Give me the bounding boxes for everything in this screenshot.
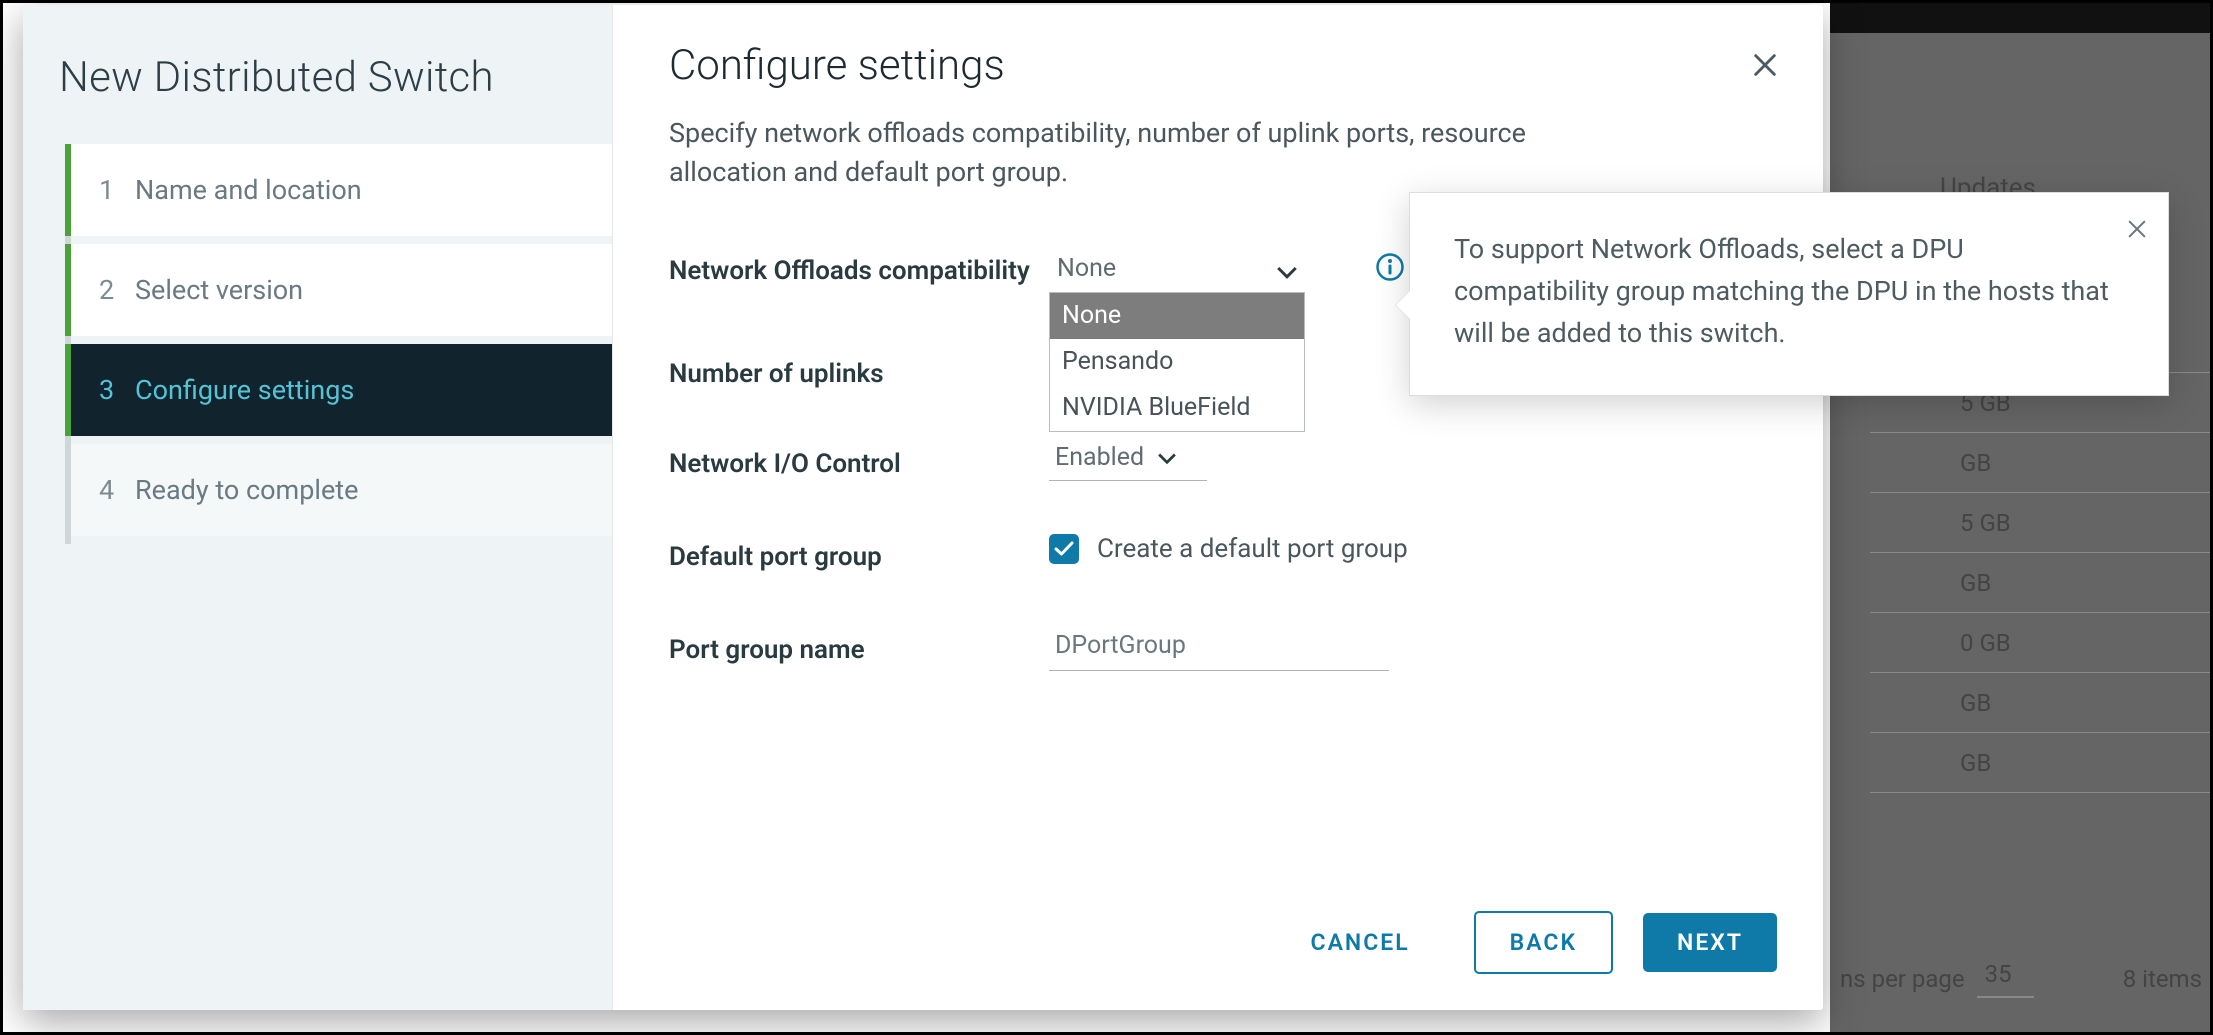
row-default-port-group: Default port group Create a default port…: [669, 534, 1767, 575]
step-label: Name and location: [135, 174, 362, 206]
offloads-option-nvidia-bluefield[interactable]: NVIDIA BlueField: [1050, 385, 1304, 431]
total-items-label: 8 items: [2123, 965, 2202, 993]
table-row: 0 GB: [1870, 613, 2210, 673]
table-row: 5 GB: [1870, 493, 2210, 553]
offloads-option-none[interactable]: None: [1050, 293, 1304, 339]
table-row: GB: [1870, 433, 2210, 493]
close-button[interactable]: [1743, 43, 1787, 87]
select-value-text: None: [1057, 254, 1116, 283]
table-row: GB: [1870, 553, 2210, 613]
step-number: 3: [99, 374, 135, 406]
nioc-select-value: Enabled: [1055, 443, 1144, 472]
wizard-content: Configure settings Specify network offlo…: [613, 5, 1823, 1010]
table-row: GB: [1870, 733, 2210, 793]
wizard-steps: 1 Name and location 2 Select version 3 C…: [65, 144, 612, 544]
offloads-dropdown-list: None Pensando NVIDIA BlueField: [1049, 292, 1305, 431]
wizard-step-configure-settings[interactable]: 3 Configure settings: [71, 344, 612, 444]
uplinks-label: Number of uplinks: [669, 351, 1049, 392]
dialog-footer: CANCEL BACK NEXT: [1277, 911, 1777, 974]
step-label: Ready to complete: [135, 474, 358, 506]
check-icon: [1054, 541, 1074, 557]
page-title: Configure settings: [669, 41, 1767, 90]
back-button[interactable]: BACK: [1474, 911, 1613, 974]
step-number: 1: [99, 174, 135, 206]
wizard-step-select-version[interactable]: 2 Select version: [71, 244, 612, 344]
offloads-label: Network Offloads compatibility: [669, 248, 1049, 289]
wizard-step-name-location[interactable]: 1 Name and location: [71, 144, 612, 244]
app-frame: Updates GB 5 GB GB 5 GB GB 0 GB GB GB ns…: [0, 0, 2213, 1035]
nioc-select[interactable]: Enabled: [1049, 441, 1207, 481]
wizard-dialog: New Distributed Switch 1 Name and locati…: [23, 5, 1823, 1010]
offloads-select[interactable]: None None Pensando NVIDIA BlueField: [1049, 248, 1305, 295]
page-subtitle: Specify network offloads compatibility, …: [669, 114, 1569, 192]
chevron-down-icon: [1277, 258, 1297, 287]
per-page-value: 35: [1985, 960, 2012, 988]
per-page-select[interactable]: 35: [1977, 960, 2034, 998]
background-pagination: ns per page 35 8 items: [1840, 960, 2202, 998]
offloads-option-pensando[interactable]: Pensando: [1050, 339, 1304, 385]
step-label: Select version: [135, 274, 303, 306]
wizard-title: New Distributed Switch: [23, 35, 612, 144]
default-pg-checkbox-label: Create a default port group: [1097, 534, 1408, 564]
table-row: GB: [1870, 673, 2210, 733]
default-pg-checkbox[interactable]: [1049, 534, 1079, 564]
default-pg-label: Default port group: [669, 534, 1049, 575]
background-page: Updates GB 5 GB GB 5 GB GB 0 GB GB GB ns…: [1830, 3, 2210, 1032]
step-number: 4: [99, 474, 135, 506]
tooltip-close-button[interactable]: [2126, 211, 2148, 253]
row-nioc: Network I/O Control Enabled: [669, 441, 1767, 482]
nioc-label: Network I/O Control: [669, 441, 1049, 482]
row-offloads-compat: Network Offloads compatibility None None…: [669, 248, 1767, 295]
background-topbar: [1830, 3, 2210, 33]
per-page-label: ns per page: [1840, 965, 1965, 993]
offloads-select-value[interactable]: None: [1049, 248, 1305, 295]
tooltip-text: To support Network Offloads, select a DP…: [1454, 233, 2109, 349]
wizard-sidebar: New Distributed Switch 1 Name and locati…: [23, 5, 613, 1010]
port-group-name-input[interactable]: [1049, 627, 1389, 671]
row-port-group-name: Port group name: [669, 627, 1767, 671]
cancel-button[interactable]: CANCEL: [1277, 913, 1444, 972]
step-number: 2: [99, 274, 135, 306]
wizard-step-ready-complete[interactable]: 4 Ready to complete: [71, 444, 612, 544]
pg-name-label: Port group name: [669, 627, 1049, 668]
info-icon[interactable]: [1375, 252, 1405, 286]
offloads-tooltip: To support Network Offloads, select a DP…: [1409, 192, 2169, 396]
chevron-down-icon: [1158, 443, 1176, 472]
close-icon: [2126, 218, 2148, 240]
close-icon: [1751, 51, 1779, 79]
next-button[interactable]: NEXT: [1643, 913, 1777, 972]
step-label: Configure settings: [135, 374, 354, 406]
